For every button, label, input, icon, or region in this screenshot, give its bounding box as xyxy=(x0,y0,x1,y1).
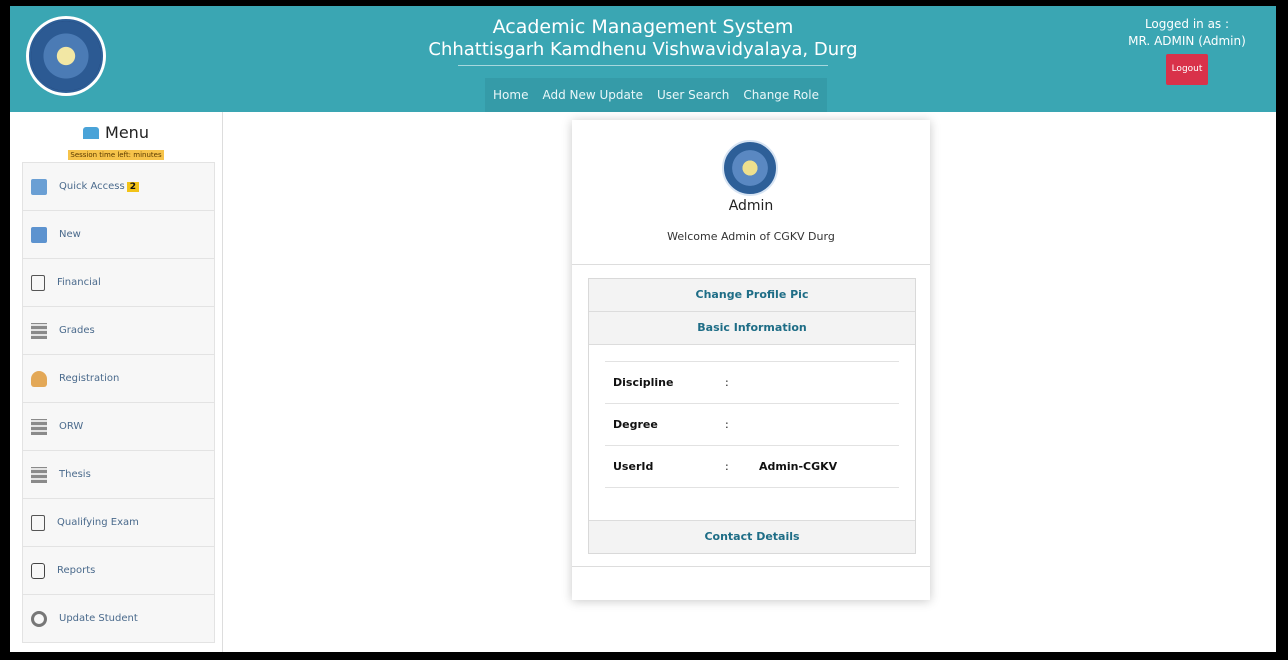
table-row: UserId : Admin-CGKV xyxy=(605,445,899,488)
session-badge: Session time left: minutes xyxy=(68,150,164,160)
menu-item-grades[interactable]: Grades xyxy=(22,307,215,355)
profile-avatar xyxy=(722,140,778,196)
sidebar: Menu Session time left: minutes Quick Ac… xyxy=(10,112,223,652)
menu-item-label: New xyxy=(59,229,81,240)
app-title: Academic Management System xyxy=(492,16,794,38)
user-name: MR. ADMIN (Admin) xyxy=(1128,34,1246,48)
app-frame: Academic Management System Chhattisgarh … xyxy=(10,6,1276,652)
change-profile-pic-link[interactable]: Change Profile Pic xyxy=(589,279,915,312)
menu-item-label: Registration xyxy=(59,373,120,384)
menu-item-registration[interactable]: Registration xyxy=(22,355,215,403)
nav-home[interactable]: Home xyxy=(493,88,528,102)
profile-name: Admin xyxy=(728,198,774,214)
menu-header: Menu xyxy=(10,120,222,146)
thesis-icon xyxy=(31,466,47,483)
menu-item-reports[interactable]: Reports xyxy=(22,547,215,595)
menu-item-label: Grades xyxy=(59,325,95,336)
title-divider xyxy=(458,65,828,66)
nav-change-role[interactable]: Change Role xyxy=(743,88,819,102)
university-name: Chhattisgarh Kamdhenu Vishwavidyalaya, D… xyxy=(428,39,858,60)
table-row: Discipline : xyxy=(605,361,899,403)
menu-item-financial[interactable]: Financial xyxy=(22,259,215,307)
welcome-text: Welcome Admin of CGKV Durg xyxy=(667,230,835,243)
discipline-label: Discipline xyxy=(613,376,674,389)
menu-item-quick-access[interactable]: Quick Access 2 xyxy=(22,162,215,211)
degree-label: Degree xyxy=(613,418,658,431)
menu-item-thesis[interactable]: Thesis xyxy=(22,451,215,499)
menu-item-label: ORW xyxy=(59,421,84,432)
separator: : xyxy=(725,418,729,431)
table-row: Degree : xyxy=(605,403,899,445)
basic-information-header[interactable]: Basic Information xyxy=(589,312,915,345)
orw-icon xyxy=(31,418,47,435)
new-document-icon xyxy=(31,226,47,243)
menu-title: Menu xyxy=(105,123,149,142)
menu-item-label: Thesis xyxy=(59,469,91,480)
contact-details-link[interactable]: Contact Details xyxy=(589,520,915,553)
grades-icon xyxy=(31,322,47,339)
profile-card: Admin Welcome Admin of CGKV Durg Change … xyxy=(572,120,930,600)
menu-item-update-student[interactable]: Update Student xyxy=(22,595,215,643)
quick-access-badge: 2 xyxy=(126,181,139,192)
qualifying-exam-icon xyxy=(31,514,45,531)
login-info: Logged in as : MR. ADMIN (Admin) Logout xyxy=(1122,16,1252,85)
home-icon xyxy=(83,127,100,139)
menu-item-label: Financial xyxy=(57,277,101,288)
nav-user-search[interactable]: User Search xyxy=(657,88,729,102)
financial-icon xyxy=(31,274,45,291)
logged-in-label: Logged in as : xyxy=(1144,17,1230,31)
registration-icon xyxy=(31,370,47,387)
menu-item-qualifying-exam[interactable]: Qualifying Exam xyxy=(22,499,215,547)
menu-item-label: Update Student xyxy=(59,613,138,624)
basic-info-table: Discipline : Degree : UserId : Admin-CGK… xyxy=(605,361,899,488)
quick-access-icon xyxy=(31,178,47,195)
separator: : xyxy=(725,376,729,389)
reports-icon xyxy=(31,562,45,579)
menu-item-new[interactable]: New xyxy=(22,211,215,259)
top-nav: Home Add New Update User Search Change R… xyxy=(485,78,827,112)
userid-label: UserId xyxy=(613,460,654,473)
card-divider xyxy=(572,264,930,265)
menu-item-label: Qualifying Exam xyxy=(57,517,139,528)
userid-value: Admin-CGKV xyxy=(759,460,838,473)
menu-item-label: Reports xyxy=(57,565,96,576)
separator: : xyxy=(725,460,729,473)
card-divider xyxy=(572,566,930,567)
nav-add-new-update[interactable]: Add New Update xyxy=(542,88,643,102)
menu-item-orw[interactable]: ORW xyxy=(22,403,215,451)
header-bar: Academic Management System Chhattisgarh … xyxy=(10,6,1276,112)
logout-button[interactable]: Logout xyxy=(1165,54,1209,85)
header-title: Academic Management System Chhattisgarh … xyxy=(10,16,1276,66)
profile-panel: Change Profile Pic Basic Information Dis… xyxy=(588,278,916,554)
update-student-icon xyxy=(31,610,47,627)
menu-list: Quick Access 2 New Financial Grades Regi… xyxy=(22,162,215,643)
menu-item-label: Quick Access xyxy=(59,181,125,192)
